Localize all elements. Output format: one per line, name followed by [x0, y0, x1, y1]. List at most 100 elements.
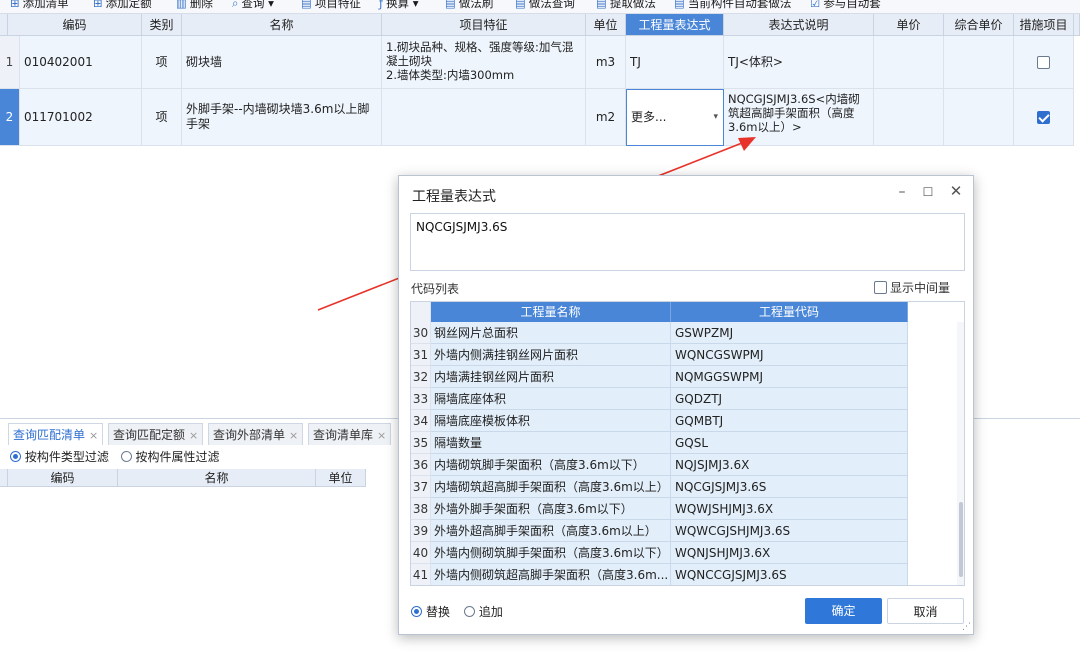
col-unit[interactable]: 单位 [316, 469, 366, 487]
filter-by-type-radio[interactable] [10, 451, 21, 462]
cell-expr[interactable]: TJ [626, 36, 724, 89]
append-radio[interactable] [463, 606, 475, 617]
close-icon[interactable]: × [377, 429, 386, 442]
filter-by-attr-radio[interactable] [120, 451, 132, 462]
cell-name[interactable]: 外脚手架--内墙砌块墙3.6m以上脚手架 [182, 89, 382, 146]
replace-radio[interactable] [411, 606, 422, 617]
append-label: 追加 [478, 605, 503, 619]
close-icon[interactable]: × [289, 429, 298, 442]
delete-button[interactable]: ▥ 删除 [176, 0, 213, 11]
expr-dropdown[interactable]: 更多... ▾ [626, 89, 724, 146]
extract-method-button[interactable]: ▤ 提取做法 [596, 0, 656, 11]
close-icon[interactable]: × [189, 429, 198, 442]
show-intermediate-box[interactable] [874, 281, 887, 294]
cell-type[interactable]: 项 [142, 89, 182, 146]
close-icon[interactable]: × [89, 429, 98, 442]
tab-match-list[interactable]: 查询匹配清单 × [8, 423, 104, 445]
codes-label: 代码列表 [411, 282, 460, 296]
cell-type[interactable]: 项 [142, 36, 182, 89]
tab-external-list[interactable]: 查询外部清单 × [208, 423, 304, 445]
row-number: 35 [411, 432, 431, 454]
cell-code[interactable]: 011701002 [20, 89, 142, 146]
cell-total-price[interactable] [944, 36, 1014, 89]
col-unit[interactable]: 单位 [586, 14, 626, 36]
vertical-scrollbar[interactable] [957, 322, 964, 585]
list-item[interactable]: 39 外墙外超高脚手架面积（高度3.6m以上） WQWCGJSHJMJ3.6S [411, 520, 908, 542]
cell-measure [1014, 36, 1074, 89]
feature-button[interactable]: ▤ 项目特征 [301, 0, 361, 11]
cell-total-price[interactable] [944, 89, 1014, 146]
tab-list-library[interactable]: 查询清单库 × [308, 423, 392, 445]
col-name[interactable]: 名称 [118, 469, 316, 487]
cancel-button[interactable]: 取消 [887, 598, 964, 624]
method-query-button[interactable]: ▤ 做法查询 [515, 0, 575, 11]
col-type[interactable]: 类别 [142, 14, 182, 36]
row-number: 2 [0, 89, 20, 146]
col-price[interactable]: 单价 [874, 14, 944, 36]
col-name[interactable]: 名称 [182, 14, 382, 36]
col-total-price[interactable]: 综合单价 [944, 14, 1014, 36]
col-desc[interactable]: 表达式说明 [724, 14, 874, 36]
feature-icon: ▤ [301, 0, 312, 10]
list-item[interactable]: 37 内墙砌筑超高脚手架面积（高度3.6m以上） NQCGJSJMJ3.6S [411, 476, 908, 498]
list-item[interactable]: 38 外墙外脚手架面积（高度3.6m以下） WQWJSHJMJ3.6X [411, 498, 908, 520]
fx-icon: ƒ [379, 0, 384, 10]
list-item[interactable]: 35 隔墙数量 GQSL [411, 432, 908, 454]
minimize-icon[interactable]: – [893, 184, 911, 200]
method-brush-button[interactable]: ▤ 做法刷 [445, 0, 493, 11]
maximize-icon[interactable]: ☐ [919, 185, 937, 199]
col-quantity-name[interactable]: 工程量名称 [431, 302, 671, 322]
scroll-thumb[interactable] [959, 502, 963, 577]
convert-button[interactable]: ƒ 换算 ▾ [379, 0, 419, 11]
quantity-code: WQNJSHJMJ3.6X [671, 542, 908, 564]
close-icon[interactable]: ✕ [947, 182, 965, 200]
cell-price[interactable] [874, 89, 944, 146]
col-code[interactable]: 编码 [8, 14, 142, 36]
cell-feature[interactable] [382, 89, 586, 146]
col-code[interactable]: 编码 [8, 469, 118, 487]
cell-desc[interactable]: TJ<体积> [724, 36, 874, 89]
auto-method-button[interactable]: ▤ 当前构件自动套做法 [674, 0, 791, 11]
list-item[interactable]: 41 外墙内侧砌筑超高脚手架面积（高度3.6m... WQNCCGJSJMJ3.6S [411, 564, 908, 585]
col-measure[interactable]: 措施项目 [1014, 14, 1074, 36]
list-item[interactable]: 34 隔墙底座模板体积 GQMBTJ [411, 410, 908, 432]
quantity-name: 外墙内侧砌筑脚手架面积（高度3.6m以下） [431, 542, 671, 564]
cell-unit[interactable]: m2 [586, 89, 626, 146]
cell-name[interactable]: 砌块墙 [182, 36, 382, 89]
col-quantity-code[interactable]: 工程量代码 [671, 302, 908, 322]
quantity-code: WQNCCGJSJMJ3.6S [671, 564, 908, 585]
extract-icon: ▤ [596, 0, 607, 10]
list-item[interactable]: 30 钢丝网片总面积 GSWPZMJ [411, 322, 908, 344]
cell-unit[interactable]: m3 [586, 36, 626, 89]
tab-match-quota[interactable]: 查询匹配定额 × [108, 423, 204, 445]
list-item[interactable]: 33 隔墙底座体积 GQDZTJ [411, 388, 908, 410]
add-quota-button[interactable]: ⊞ 添加定额 [93, 0, 152, 11]
quantity-name: 隔墙数量 [431, 432, 671, 454]
cell-feature[interactable]: 1.砌块品种、规格、强度等级:加气混凝土砌块 2.墙体类型:内墙300mm [382, 36, 586, 89]
expression-input[interactable]: NQCGJSJMJ3.6S [410, 213, 965, 271]
ok-button[interactable]: 确定 [805, 598, 882, 624]
cell-price[interactable] [874, 36, 944, 89]
filter-by-type-label: 按构件类型过滤 [24, 450, 109, 464]
list-item[interactable]: 31 外墙内侧满挂钢丝网片面积 WQNCGSWPMJ [411, 344, 908, 366]
measure-checkbox[interactable] [1037, 55, 1050, 69]
row-number: 1 [0, 36, 20, 89]
col-expr[interactable]: 工程量表达式 [626, 14, 724, 36]
resize-grip-icon[interactable]: ⋰ [962, 622, 971, 632]
show-intermediate-checkbox[interactable]: 显示中间量 [874, 279, 950, 296]
cell-desc[interactable]: NQCGJSJMJ3.6S<内墙砌筑超高脚手架面积（高度3.6m以上）> [724, 89, 874, 146]
chevron-down-icon[interactable]: ▾ [713, 110, 718, 125]
measure-checkbox[interactable] [1037, 110, 1050, 124]
query-button[interactable]: ⌕ 查询 ▾ [232, 0, 274, 11]
auto-participate-checkbox[interactable]: ☑ 参与自动套 [810, 0, 881, 11]
row-number: 30 [411, 322, 431, 344]
add-list-button[interactable]: ⊞ 添加清单 [10, 0, 69, 11]
list-item[interactable]: 32 内墙满挂钢丝网片面积 NQMGGSWPMJ [411, 366, 908, 388]
code-list-table: 工程量名称 工程量代码 30 钢丝网片总面积 GSWPZMJ 31 外墙内侧满挂钢丝网… [410, 301, 965, 586]
row-number: 38 [411, 498, 431, 520]
row-number: 36 [411, 454, 431, 476]
col-feature[interactable]: 项目特征 [382, 14, 586, 36]
cell-code[interactable]: 010402001 [20, 36, 142, 89]
list-item[interactable]: 36 内墙砌筑脚手架面积（高度3.6m以下） NQJSJMJ3.6X [411, 454, 908, 476]
list-item[interactable]: 40 外墙内侧砌筑脚手架面积（高度3.6m以下） WQNJSHJMJ3.6X [411, 542, 908, 564]
